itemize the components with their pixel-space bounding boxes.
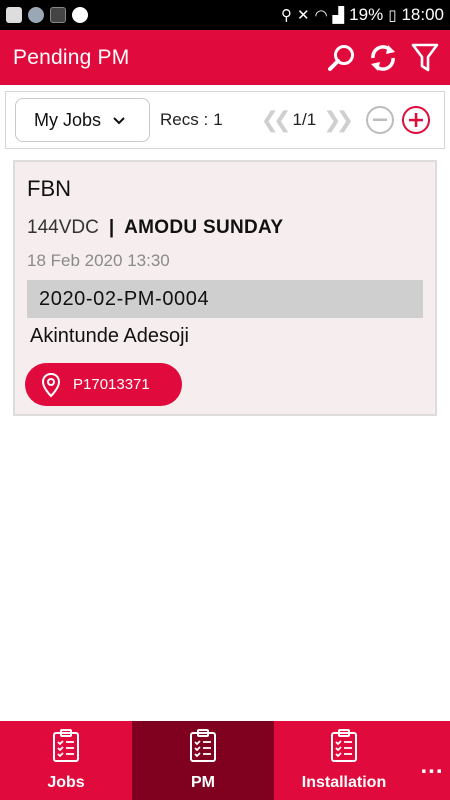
records-count: Recs : 1 — [160, 110, 223, 130]
more-options-icon[interactable]: ... — [414, 721, 450, 800]
nav-installation-label: Installation — [301, 774, 387, 791]
battery-percent: 19% — [349, 5, 384, 24]
page-title: Pending PM — [13, 45, 130, 69]
signal-icon: ▟ — [332, 7, 345, 24]
status-bar: ⚲ ✕ ◠ ▟ 19% ▯ 18:00 — [0, 0, 450, 30]
job-engineer: AMODU SUNDAY — [124, 217, 284, 238]
bottom-nav: Jobs PM Installation ... — [0, 721, 450, 800]
nav-jobs[interactable]: Jobs — [0, 721, 132, 800]
chevron-down-icon — [113, 112, 125, 128]
job-date: 18 Feb 2020 13:30 — [27, 251, 170, 270]
info-icon — [28, 7, 44, 23]
mute-icon: ✕ — [296, 7, 310, 24]
previous-page-icon[interactable]: ❮❮ — [261, 107, 292, 133]
clock: 18:00 — [401, 5, 444, 24]
job-voltage: 144VDC — [27, 217, 99, 238]
records-value: 1 — [213, 110, 223, 129]
filter-icon[interactable] — [408, 41, 442, 75]
refresh-icon[interactable] — [366, 41, 400, 75]
clipboard-icon — [52, 729, 80, 768]
gallery-icon — [6, 7, 22, 23]
clipboard-icon — [189, 729, 217, 768]
list-toolbar: My Jobs Recs : 1 ❮❮ 1/1 ❯❯ — [5, 91, 445, 149]
separator: | — [108, 217, 115, 238]
minus-icon[interactable] — [366, 106, 395, 134]
nav-installation[interactable]: Installation — [274, 721, 414, 800]
job-contact: Akintunde Adesoji — [30, 325, 190, 347]
search-icon[interactable] — [324, 41, 358, 75]
job-reference: 2020-02-PM-0004 — [27, 280, 423, 318]
app-bar-actions — [324, 41, 450, 75]
records-label: Recs : — [160, 110, 209, 129]
location-pin-icon — [41, 372, 61, 398]
screen: ⚲ ✕ ◠ ▟ 19% ▯ 18:00 Pending PM My Jobs R… — [0, 0, 450, 800]
nav-pm[interactable]: PM — [132, 721, 274, 800]
wifi-icon: ◠ — [314, 7, 328, 24]
notification-icons — [0, 7, 88, 23]
app-icon — [50, 7, 66, 23]
plus-icon[interactable] — [402, 106, 431, 134]
site-id: P17013371 — [73, 376, 150, 393]
clipboard-icon — [330, 729, 358, 768]
app-bar: Pending PM — [0, 30, 450, 85]
location-icon: ⚲ — [280, 7, 292, 24]
nav-jobs-label: Jobs — [47, 774, 85, 791]
jobs-filter-value: My Jobs — [34, 109, 102, 130]
jobs-filter-dropdown[interactable]: My Jobs — [15, 98, 150, 142]
battery-icon: ▯ — [388, 7, 397, 24]
job-card[interactable]: FBN 144VDC | AMODU SUNDAY 18 Feb 2020 13… — [13, 160, 437, 416]
job-title: FBN — [27, 176, 71, 201]
pager: ❮❮ 1/1 ❯❯ — [261, 107, 354, 133]
page-indicator: 1/1 — [292, 110, 317, 129]
nav-pm-label: PM — [191, 774, 215, 791]
next-page-icon[interactable]: ❯❯ — [323, 107, 354, 133]
system-icons: ⚲ ✕ ◠ ▟ 19% ▯ 18:00 — [281, 5, 450, 25]
job-details-line: 144VDC | AMODU SUNDAY — [27, 217, 283, 239]
site-button[interactable]: P17013371 — [25, 363, 182, 406]
zoom-controls — [366, 106, 431, 134]
chat-icon — [72, 7, 88, 23]
